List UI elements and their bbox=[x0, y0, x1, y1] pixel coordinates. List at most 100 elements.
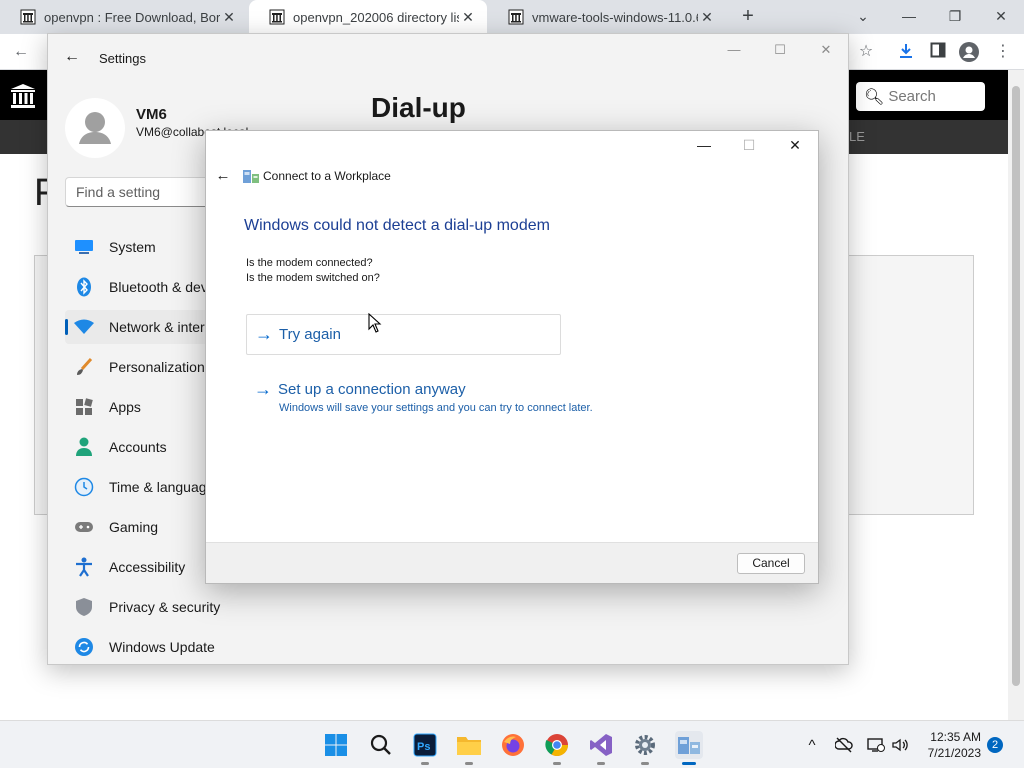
avatar[interactable] bbox=[65, 98, 125, 158]
dialog-heading: Windows could not detect a dial-up modem bbox=[244, 217, 550, 234]
photoshop-icon[interactable]: Ps bbox=[411, 731, 439, 765]
tab-close-icon[interactable]: ✕ bbox=[459, 9, 477, 26]
minimize-icon[interactable]: — bbox=[689, 137, 719, 155]
shield-icon bbox=[73, 596, 95, 618]
network-connection-icon[interactable] bbox=[675, 731, 703, 765]
paintbrush-icon bbox=[73, 356, 95, 378]
new-tab-button[interactable]: + bbox=[737, 5, 759, 27]
gamepad-icon bbox=[73, 516, 95, 538]
sidebar-item-label: Accessibility bbox=[109, 559, 186, 575]
close-icon[interactable]: ✕ bbox=[816, 42, 836, 60]
cancel-button[interactable]: Cancel bbox=[737, 553, 805, 574]
bluetooth-icon bbox=[73, 276, 95, 298]
sidebar-item-label: Windows Update bbox=[109, 639, 215, 655]
star-icon[interactable]: ☆ bbox=[856, 42, 876, 62]
maximize-icon[interactable]: ☐ bbox=[770, 42, 790, 60]
scrollbar-thumb[interactable] bbox=[1012, 86, 1020, 686]
back-arrow-icon[interactable]: ← bbox=[214, 167, 232, 185]
network-status-icon[interactable] bbox=[866, 735, 886, 755]
back-arrow-icon[interactable]: ← bbox=[11, 42, 31, 62]
monitor-icon bbox=[73, 236, 95, 258]
running-indicator bbox=[597, 762, 605, 765]
archive-logo-icon[interactable] bbox=[9, 82, 37, 110]
sidebar-item-windows-update[interactable]: Windows Update bbox=[65, 630, 225, 664]
tab-close-icon[interactable]: ✕ bbox=[698, 9, 716, 26]
arrow-right-icon: → bbox=[254, 379, 272, 399]
sidebar-item-accounts[interactable]: Accounts bbox=[65, 430, 225, 464]
clock-globe-icon bbox=[73, 476, 95, 498]
running-indicator bbox=[682, 762, 696, 765]
browser-tab-1[interactable]: openvpn : Free Download, Borro ✕ bbox=[0, 0, 248, 34]
kebab-menu-icon[interactable]: ⋮ bbox=[993, 42, 1013, 62]
user-name: VM6 bbox=[136, 106, 167, 123]
minimize-icon[interactable]: — bbox=[724, 42, 744, 60]
file-explorer-icon[interactable] bbox=[455, 731, 483, 765]
profile-avatar-icon[interactable] bbox=[959, 42, 979, 62]
archive-favicon-icon bbox=[269, 9, 285, 25]
taskbar: Ps ^ 12:35 AM 7/21/2023 2 bbox=[0, 720, 1024, 768]
search-icon: 🔍︎ bbox=[864, 88, 885, 106]
firefox-icon[interactable] bbox=[499, 731, 527, 759]
dialog-footer: Cancel bbox=[206, 542, 818, 583]
sidebar-item-network[interactable]: Network & internet bbox=[65, 310, 225, 344]
sidebar-item-privacy[interactable]: Privacy & security bbox=[65, 590, 225, 624]
side-panel-icon[interactable] bbox=[928, 42, 948, 62]
setup-anyway-button[interactable]: → Set up a connection anyway Windows wil… bbox=[246, 379, 666, 419]
chevron-up-icon[interactable]: ^ bbox=[802, 735, 822, 755]
try-again-label: Try again bbox=[279, 326, 341, 343]
dialog-title: Connect to a Workplace bbox=[263, 169, 391, 183]
notification-badge[interactable]: 2 bbox=[987, 737, 1003, 753]
setup-anyway-description: Windows will save your settings and you … bbox=[279, 402, 593, 414]
search-icon[interactable] bbox=[367, 731, 395, 759]
chevron-down-icon[interactable]: ⌄ bbox=[851, 5, 875, 27]
svg-text:Ps: Ps bbox=[417, 741, 430, 753]
sidebar-item-system[interactable]: System bbox=[65, 230, 225, 264]
start-icon[interactable] bbox=[322, 731, 350, 759]
sidebar-item-label: Accounts bbox=[109, 439, 167, 455]
try-again-button[interactable]: → Try again bbox=[246, 314, 561, 355]
sidebar-item-apps[interactable]: Apps bbox=[65, 390, 225, 424]
sidebar-item-label: Gaming bbox=[109, 519, 159, 535]
running-indicator bbox=[421, 762, 429, 765]
running-indicator bbox=[641, 762, 649, 765]
browser-tabstrip: openvpn : Free Download, Borro ✕ openvpn… bbox=[0, 0, 1024, 34]
person-icon bbox=[73, 436, 95, 458]
window-title: Settings bbox=[99, 51, 146, 66]
back-arrow-icon[interactable]: ← bbox=[62, 48, 82, 68]
network-connection-icon bbox=[243, 170, 259, 183]
sidebar-item-gaming[interactable]: Gaming bbox=[65, 510, 225, 544]
apps-icon bbox=[73, 396, 95, 418]
download-icon[interactable] bbox=[896, 42, 916, 62]
archive-search-input[interactable]: 🔍︎ Search bbox=[856, 82, 985, 111]
sidebar-item-label: Apps bbox=[109, 399, 141, 415]
running-indicator bbox=[553, 762, 561, 765]
visual-studio-icon[interactable] bbox=[587, 731, 615, 765]
find-setting-input[interactable]: Find a setting bbox=[65, 177, 225, 207]
restore-icon[interactable]: ❐ bbox=[943, 5, 967, 27]
sidebar-item-label: Personalization bbox=[109, 359, 205, 375]
sidebar-item-time-language[interactable]: Time & language bbox=[65, 470, 225, 504]
page-scrollbar[interactable] bbox=[1008, 70, 1024, 720]
chrome-icon[interactable] bbox=[543, 731, 571, 765]
clock-date[interactable]: 7/21/2023 bbox=[905, 746, 981, 760]
minimize-icon[interactable]: — bbox=[897, 5, 921, 27]
update-icon bbox=[73, 636, 95, 658]
close-icon[interactable]: ✕ bbox=[989, 5, 1013, 27]
settings-icon[interactable] bbox=[631, 731, 659, 765]
sidebar-item-personalization[interactable]: Personalization bbox=[65, 350, 225, 384]
tab-close-icon[interactable]: ✕ bbox=[220, 9, 238, 26]
subnav-text[interactable]: LE bbox=[849, 129, 865, 144]
clock-time[interactable]: 12:35 AM bbox=[905, 730, 981, 744]
wifi-icon bbox=[73, 316, 95, 338]
archive-favicon-icon bbox=[20, 9, 36, 25]
tab-title: vmware-tools-windows-11.0.6-1 bbox=[532, 9, 698, 25]
sidebar-item-bluetooth[interactable]: Bluetooth & devices bbox=[65, 270, 233, 304]
sync-off-icon[interactable] bbox=[834, 735, 854, 755]
browser-tab-3[interactable]: vmware-tools-windows-11.0.6-1 ✕ bbox=[488, 0, 726, 34]
sidebar-item-accessibility[interactable]: Accessibility bbox=[65, 550, 225, 584]
arrow-right-icon: → bbox=[255, 324, 273, 344]
close-icon[interactable]: ✕ bbox=[780, 137, 810, 155]
connect-workplace-dialog: — ☐ ✕ ← Connect to a Workplace Windows c… bbox=[205, 130, 819, 584]
browser-tab-2[interactable]: openvpn_202006 directory listing ✕ bbox=[249, 0, 487, 34]
sidebar-item-label: System bbox=[109, 239, 156, 255]
